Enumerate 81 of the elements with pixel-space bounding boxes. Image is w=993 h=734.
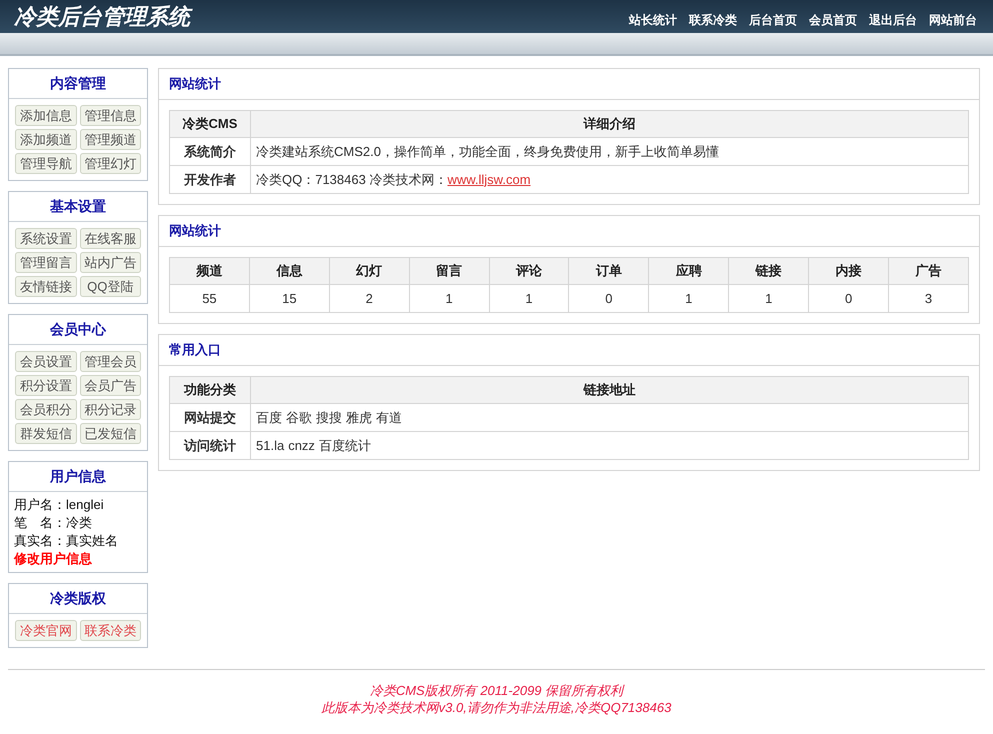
column-header: 频道	[170, 258, 250, 284]
edit-user-link[interactable]: 修改用户信息	[14, 550, 142, 568]
nav-link[interactable]: 站长统计	[629, 10, 677, 28]
row-label: 访问统计	[170, 432, 250, 460]
menu-button[interactable]: 群发短信	[15, 423, 76, 444]
column-header: 信息	[249, 258, 330, 284]
menu-button[interactable]: 系统设置	[15, 228, 76, 249]
column-header: 链接地址	[250, 376, 968, 404]
table-cell: 0	[568, 284, 649, 312]
menu-button[interactable]: 已发短信	[80, 423, 141, 444]
quick-link[interactable]: 雅虎	[346, 408, 372, 428]
nav-link[interactable]: 网站前台	[929, 10, 977, 28]
column-header: 订单	[568, 258, 649, 284]
website-link[interactable]: www.lljsw.com	[447, 172, 531, 187]
table-cell: 1	[728, 284, 809, 312]
row-label: 网站提交	[170, 404, 250, 432]
panel-title: 常用入口	[159, 335, 979, 366]
column-header: 广告	[888, 258, 968, 284]
quick-link[interactable]: 谷歌	[286, 408, 312, 428]
menu-button[interactable]: 添加信息	[15, 105, 76, 126]
panel-title: 会员中心	[9, 315, 147, 345]
table-cell: 冷类QQ：7138463 冷类技术网：www.lljsw.com	[250, 166, 968, 194]
menu-button[interactable]: 友情链接	[15, 276, 76, 297]
table-cell: 2	[329, 284, 410, 312]
row-label: 系统简介	[170, 138, 250, 166]
menu-button[interactable]: QQ登陆	[80, 276, 141, 297]
nav-link[interactable]: 后台首页	[749, 10, 797, 28]
table-cell: 1	[648, 284, 729, 312]
user-info-line: 笔 名：冷类	[14, 514, 93, 532]
panel-title: 冷类版权	[9, 584, 147, 614]
quick-link[interactable]: 百度	[256, 408, 282, 428]
column-header: 链接	[728, 258, 809, 284]
menu-button[interactable]: 会员广告	[80, 375, 141, 396]
menu-button[interactable]: 管理会员	[80, 351, 141, 372]
nav-link[interactable]: 退出后台	[869, 10, 917, 28]
menu-button[interactable]: 管理导航	[15, 153, 76, 174]
footer-text: 此版本为冷类技术网v3.0,请勿作为非法用途,冷类QQ7138463	[322, 699, 672, 716]
column-header: 冷类CMS	[170, 110, 250, 138]
menu-button[interactable]: 冷类官网	[15, 620, 76, 641]
quick-link[interactable]: 51.la	[256, 436, 284, 456]
column-header: 留言	[409, 258, 490, 284]
footer-text: 冷类CMS版权所有 2011-2099 保留所有权利	[370, 682, 624, 699]
column-header: 功能分类	[170, 376, 250, 404]
menu-button[interactable]: 积分设置	[15, 375, 76, 396]
table-cell: 1	[489, 284, 569, 312]
menu-button[interactable]: 管理留言	[15, 252, 76, 273]
menu-button[interactable]: 积分记录	[80, 399, 141, 420]
quick-link[interactable]: cnzz	[288, 436, 315, 456]
menu-button[interactable]: 管理频道	[80, 129, 141, 150]
user-info-line: 用户名：lenglei	[14, 496, 105, 514]
table-cell: 3	[888, 284, 968, 312]
user-info-line: 真实名：真实姓名	[14, 532, 119, 550]
panel-title: 网站统计	[159, 216, 979, 247]
table-cell: 1	[409, 284, 490, 312]
menu-button[interactable]: 站内广告	[80, 252, 141, 273]
row-label: 开发作者	[170, 166, 250, 194]
table-cell: 15	[249, 284, 330, 312]
quick-link[interactable]: 搜搜	[316, 408, 342, 428]
panel-title: 内容管理	[9, 69, 147, 99]
panel-title: 网站统计	[159, 69, 979, 100]
nav-link[interactable]: 会员首页	[809, 10, 857, 28]
menu-button[interactable]: 在线客服	[80, 228, 141, 249]
menu-button[interactable]: 会员积分	[15, 399, 76, 420]
quick-link[interactable]: 百度统计	[318, 436, 371, 456]
column-header: 幻灯	[329, 258, 410, 284]
nav-link[interactable]: 联系冷类	[689, 10, 737, 28]
quick-link[interactable]: 有道	[376, 408, 402, 428]
table-cell: 0	[808, 284, 889, 312]
menu-button[interactable]: 管理信息	[80, 105, 141, 126]
column-header: 详细介绍	[250, 110, 968, 138]
panel-title: 用户信息	[9, 462, 147, 492]
column-header: 应聘	[648, 258, 729, 284]
column-header: 评论	[489, 258, 569, 284]
menu-button[interactable]: 管理幻灯	[80, 153, 141, 174]
table-cell: 冷类建站系统CMS2.0，操作简单，功能全面，终身免费使用，新手上收简单易懂	[250, 138, 968, 166]
menu-button[interactable]: 联系冷类	[80, 620, 141, 641]
menu-button[interactable]: 会员设置	[15, 351, 76, 372]
table-cell: 55	[170, 284, 250, 312]
panel-title: 基本设置	[9, 192, 147, 222]
menu-button[interactable]: 添加频道	[15, 129, 76, 150]
column-header: 内接	[808, 258, 889, 284]
